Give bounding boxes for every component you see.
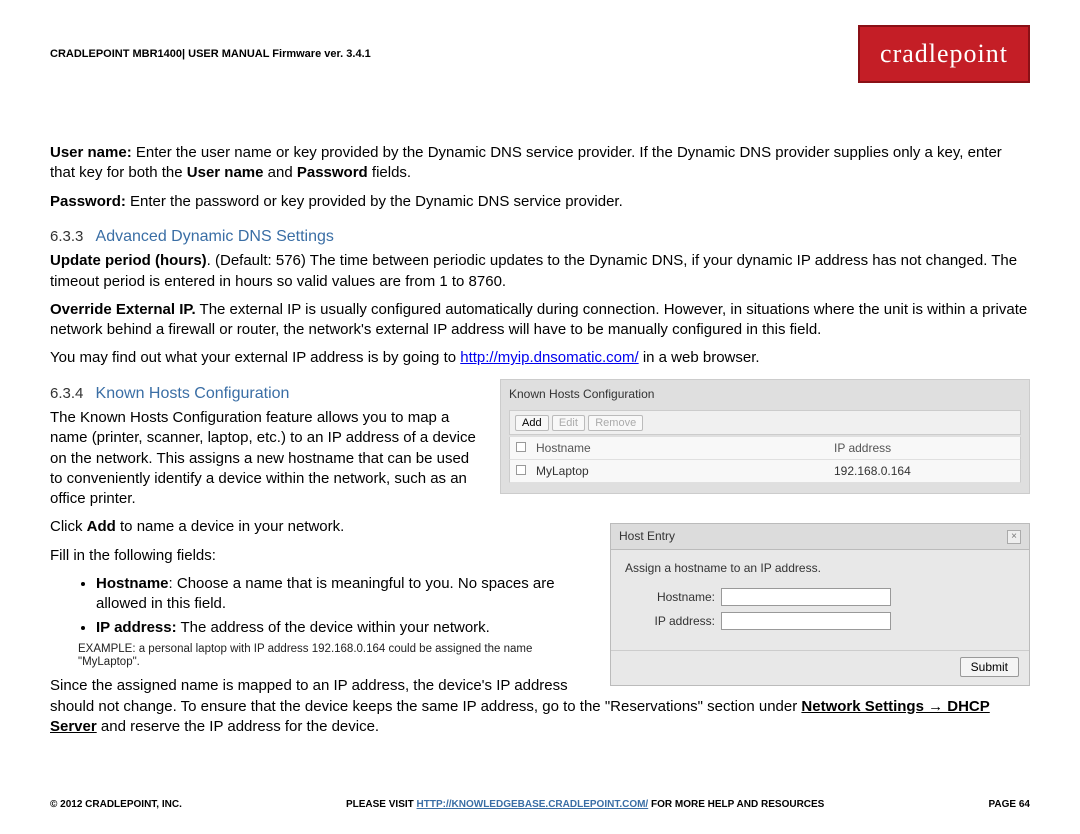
form-row-hostname: Hostname: — [625, 588, 1015, 606]
host-entry-dialog: Host Entry × Assign a hostname to an IP … — [610, 523, 1030, 685]
remove-button[interactable]: Remove — [588, 415, 643, 431]
footer-kb-link[interactable]: HTTP://KNOWLEDGEBASE.CRADLEPOINT.COM/ — [417, 799, 649, 810]
known-hosts-panel: Known Hosts Configuration Add Edit Remov… — [500, 379, 1030, 495]
label-ip: IP address: — [625, 613, 715, 629]
paragraph-find-ip: You may find out what your external IP a… — [50, 348, 1030, 368]
dialog-description: Assign a hostname to an IP address. — [625, 560, 1015, 576]
logo: cradlepoint — [858, 25, 1030, 83]
close-icon[interactable]: × — [1007, 530, 1021, 544]
header-label: CRADLEPOINT MBR1400| USER MANUAL Firmwar… — [50, 48, 371, 60]
checkbox-all[interactable] — [516, 442, 526, 452]
add-button[interactable]: Add — [515, 415, 549, 431]
table-row[interactable]: MyLaptop 192.168.0.164 — [509, 460, 1021, 483]
panel-toolbar: Add Edit Remove — [509, 410, 1021, 435]
label-hostname: Hostname: — [625, 589, 715, 605]
row-checkbox[interactable] — [516, 465, 526, 475]
footer-help: PLEASE VISIT HTTP://KNOWLEDGEBASE.CRADLE… — [346, 799, 824, 810]
table-header: Hostname IP address — [509, 437, 1021, 460]
page-footer: © 2012 CRADLEPOINT, INC. PLEASE VISIT HT… — [50, 799, 1030, 810]
link-dnsomatic[interactable]: http://myip.dnsomatic.com/ — [460, 349, 638, 366]
hostname-input[interactable] — [721, 588, 891, 606]
page-header: CRADLEPOINT MBR1400| USER MANUAL Firmwar… — [50, 25, 1030, 83]
cell-ip: 192.168.0.164 — [834, 463, 1014, 479]
ip-input[interactable] — [721, 612, 891, 630]
section-title: Advanced Dynamic DNS Settings — [96, 228, 334, 245]
paragraph-update-period: Update period (hours). (Default: 576) Th… — [50, 251, 1030, 292]
section-number: 6.3.4 — [50, 385, 83, 402]
section-number: 6.3.3 — [50, 228, 83, 245]
footer-page: PAGE 64 — [988, 799, 1030, 810]
column-ip: IP address — [834, 440, 1014, 456]
section-title: Known Hosts Configuration — [96, 385, 290, 402]
label-username: User name: — [50, 144, 132, 161]
section-633-heading: 6.3.3 Advanced Dynamic DNS Settings — [50, 226, 1030, 248]
column-hostname: Hostname — [536, 440, 834, 456]
document-body: User name: Enter the user name or key pr… — [50, 143, 1030, 745]
footer-copyright: © 2012 CRADLEPOINT, INC. — [50, 799, 182, 810]
label-password: Password: — [50, 193, 126, 210]
dialog-title: Host Entry — [619, 528, 675, 544]
panel-title: Known Hosts Configuration — [509, 386, 1021, 402]
paragraph-override-ip: Override External IP. The external IP is… — [50, 300, 1030, 341]
cell-hostname: MyLaptop — [536, 463, 834, 479]
paragraph-password: Password: Enter the password or key prov… — [50, 192, 1030, 212]
edit-button[interactable]: Edit — [552, 415, 585, 431]
dialog-titlebar: Host Entry × — [611, 524, 1029, 549]
form-row-ip: IP address: — [625, 612, 1015, 630]
paragraph-username: User name: Enter the user name or key pr… — [50, 143, 1030, 184]
submit-button[interactable]: Submit — [960, 657, 1019, 677]
